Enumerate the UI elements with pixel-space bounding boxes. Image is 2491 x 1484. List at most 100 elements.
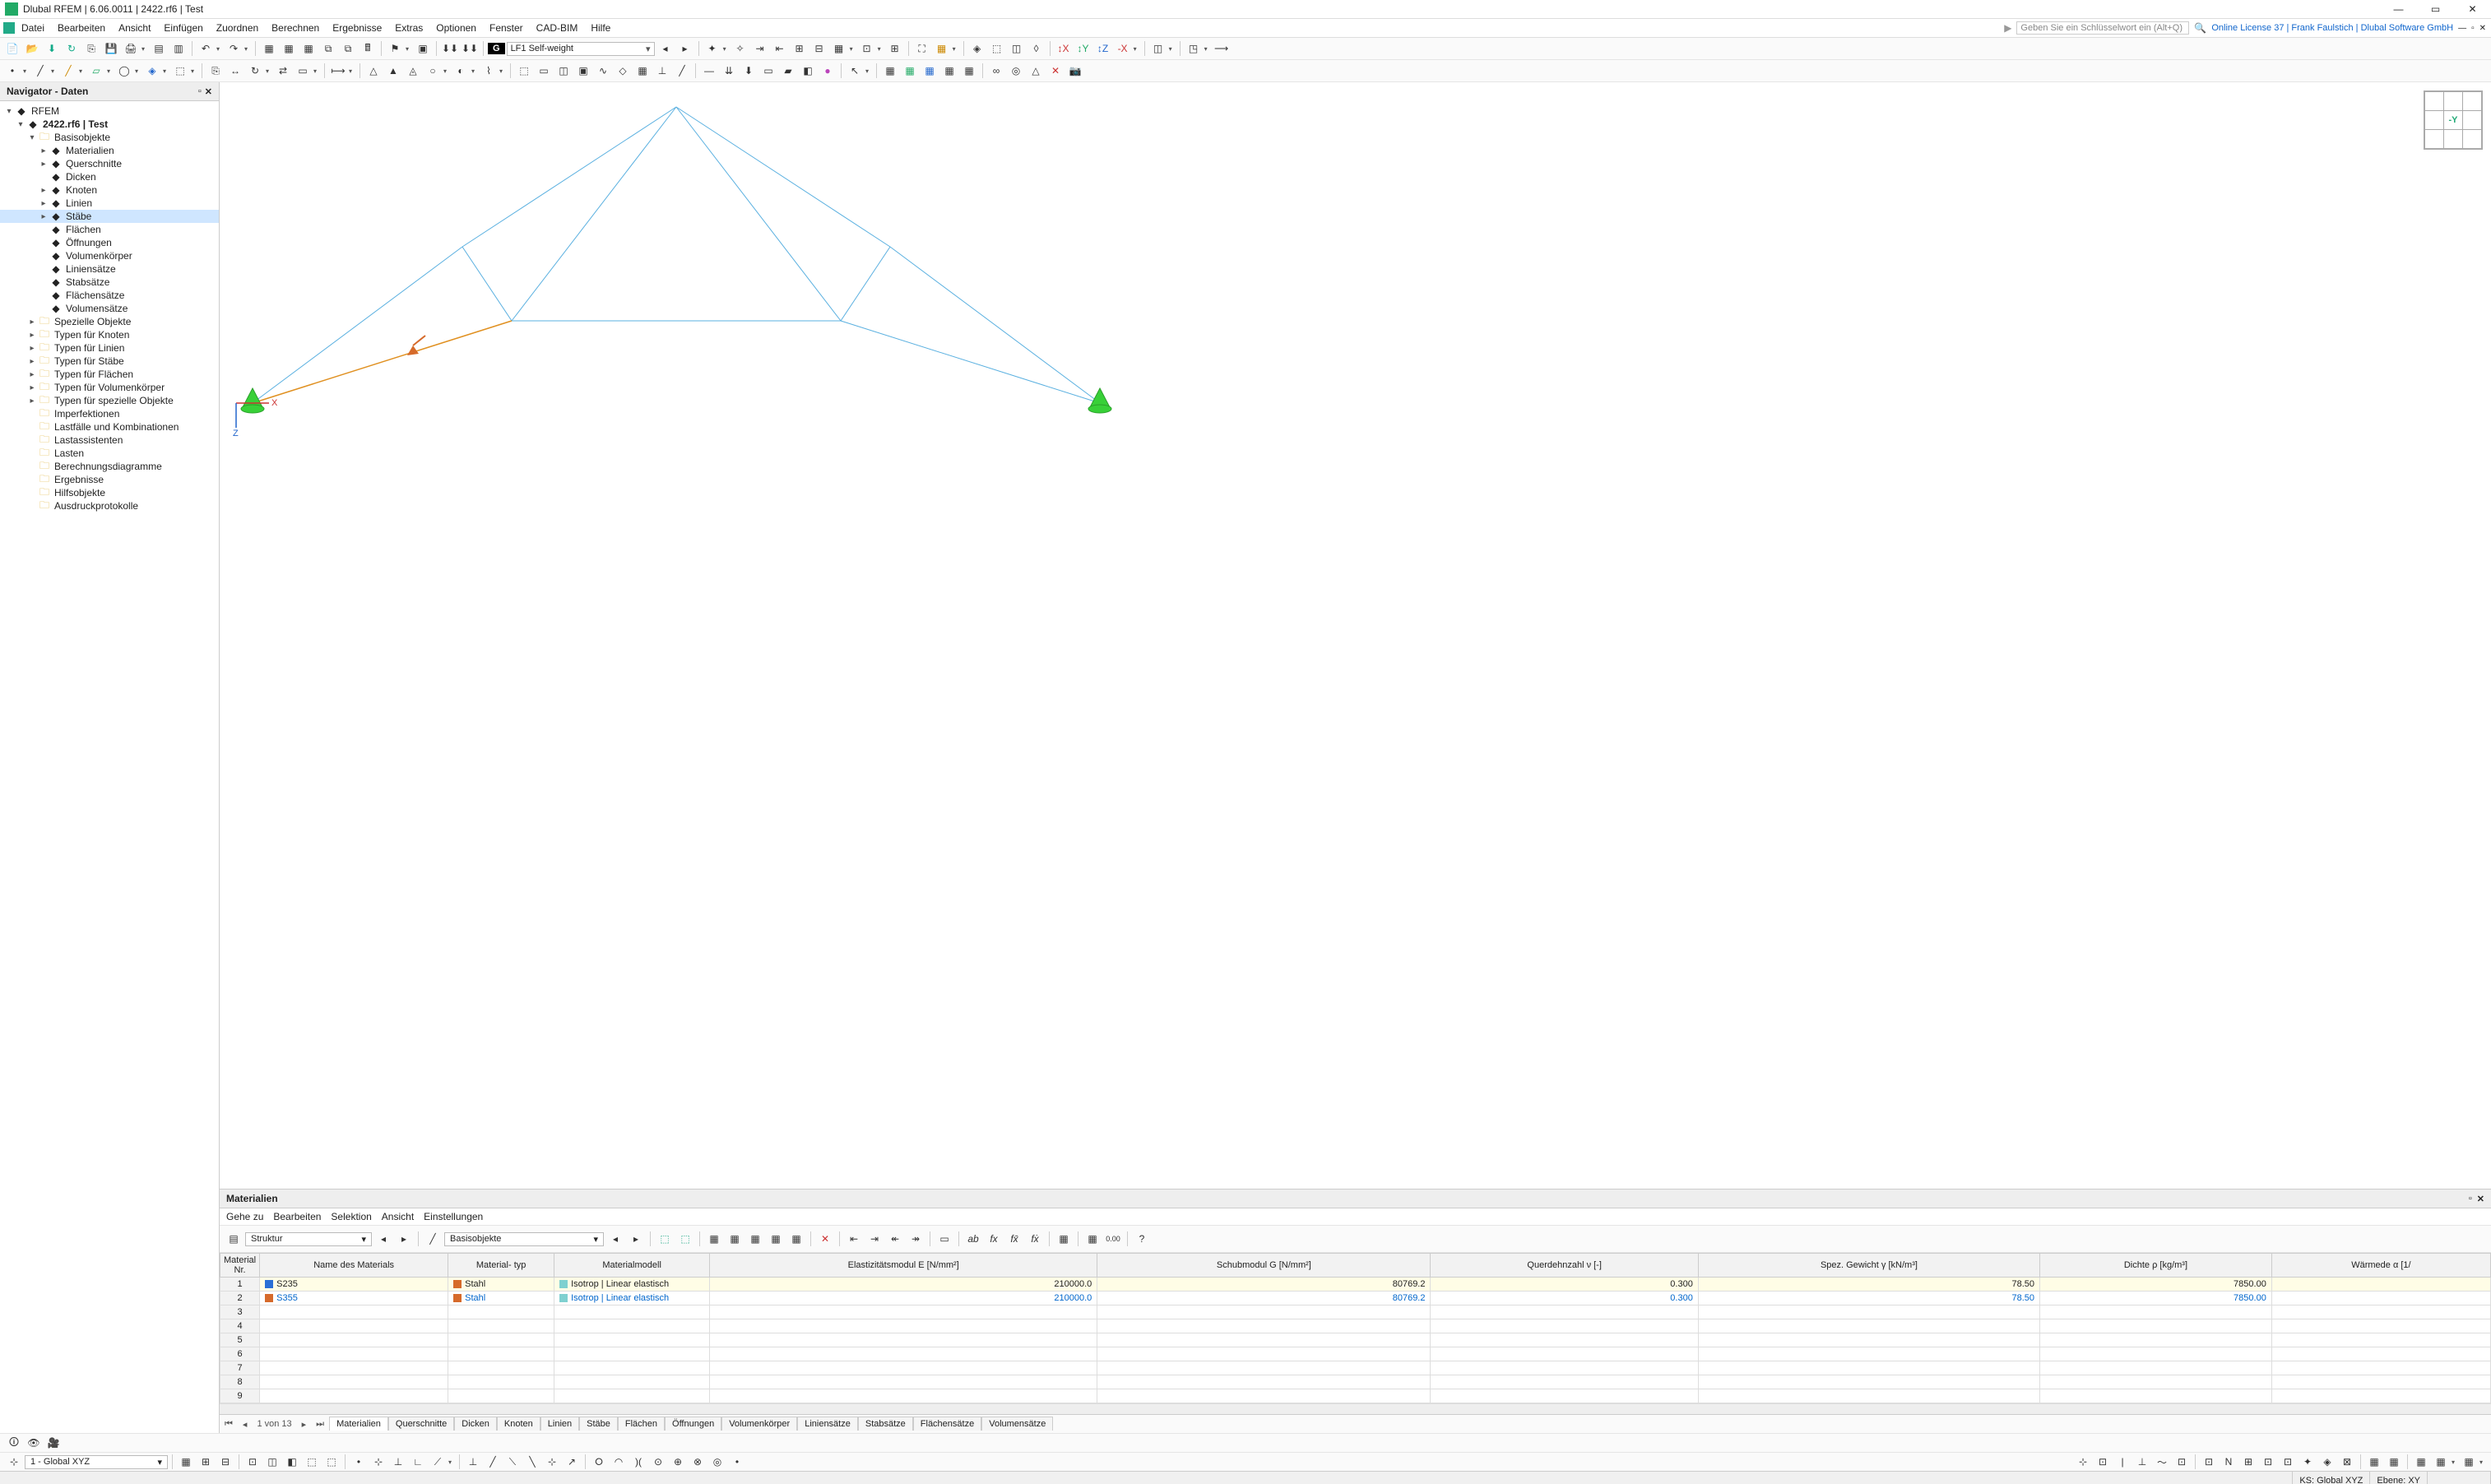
panel-close-icon[interactable]: ✕ [205, 86, 212, 97]
lt-sheet-icon[interactable]: ▦ [1055, 1230, 1073, 1248]
check2-icon[interactable]: ◎ [1007, 62, 1025, 80]
lt-fx-icon[interactable]: fx [985, 1230, 1003, 1248]
tool-i-icon[interactable]: ▦ [933, 39, 951, 58]
tree-item[interactable]: ▸🗀Typen für Linien [0, 341, 219, 355]
set-icon[interactable]: ⬚ [171, 62, 189, 80]
snap1-icon[interactable]: • [350, 1453, 368, 1471]
tree-root[interactable]: RFEM [31, 105, 59, 117]
node-icon[interactable]: • [3, 62, 21, 80]
snap5-icon[interactable]: ⟋ [429, 1453, 447, 1471]
bt7-icon[interactable]: ⬚ [303, 1453, 321, 1471]
tree-item[interactable]: ▸🗀Typen für Volumenkörper [0, 381, 219, 394]
table-row[interactable]: 7 [220, 1361, 2491, 1375]
lmenu-ansicht[interactable]: Ansicht [382, 1211, 414, 1222]
b-next-icon[interactable]: ▸ [627, 1230, 645, 1248]
bt1-icon[interactable]: ▦ [177, 1453, 195, 1471]
snap8-icon[interactable]: ╲ [523, 1453, 541, 1471]
view-cube[interactable]: -Y [2424, 90, 2483, 150]
loads1-icon[interactable]: ⬇⬇ [441, 39, 459, 58]
mdi-restore-button[interactable]: ▫ [2471, 24, 2475, 33]
rotate-tool-icon[interactable]: ↻ [246, 62, 264, 80]
tree-item-materialien[interactable]: ▸◆Materialien [0, 144, 219, 157]
tab-first-icon[interactable]: ⏮ [220, 1419, 238, 1430]
tree-item[interactable]: 🗀Lasten [0, 447, 219, 460]
pin-icon[interactable]: ▫ [198, 86, 202, 97]
snap12-icon[interactable]: ◠ [610, 1453, 628, 1471]
menu-hilfe[interactable]: Hilfe [584, 22, 617, 34]
bt3-icon[interactable]: ⊟ [216, 1453, 234, 1471]
tree-item-öffnungen[interactable]: ◆Öffnungen [0, 236, 219, 249]
tab-last-icon[interactable]: ⏭ [311, 1419, 329, 1430]
lt4-icon[interactable]: ▦ [726, 1230, 744, 1248]
loads2-icon[interactable]: ⬇⬇ [461, 39, 479, 58]
calc-icon[interactable]: 🖩 [359, 39, 377, 58]
dim-tool-icon[interactable]: ⟼ [329, 62, 347, 80]
tool-e-icon[interactable]: ⊞ [791, 39, 809, 58]
lt12-icon[interactable]: ▭ [935, 1230, 953, 1248]
bt-r7-icon[interactable]: ⊡ [2200, 1453, 2218, 1471]
bt-r15-icon[interactable]: ▦ [2365, 1453, 2383, 1471]
load-n5-icon[interactable]: ▰ [779, 62, 797, 80]
lt1-icon[interactable]: ⬚ [656, 1230, 674, 1248]
tree-item-stäbe[interactable]: ▸◆Stäbe [0, 210, 219, 223]
lt-help-icon[interactable]: ? [1133, 1230, 1151, 1248]
axis-z-icon[interactable]: ↕Z [1094, 39, 1112, 58]
snap2-icon[interactable]: ⊹ [369, 1453, 387, 1471]
line-icon[interactable]: ╱ [31, 62, 49, 80]
bt2-icon[interactable]: ⊞ [197, 1453, 215, 1471]
tab-knoten[interactable]: Knoten [497, 1417, 540, 1431]
save2-icon[interactable]: 💾 [102, 39, 120, 58]
tree-basisobjekte[interactable]: Basisobjekte [54, 132, 110, 143]
mesh1-icon[interactable]: ▦ [881, 62, 899, 80]
open-icon[interactable]: 📂 [23, 39, 41, 58]
bt-r13-icon[interactable]: ◈ [2318, 1453, 2336, 1471]
bt-r16-icon[interactable]: ▦ [2385, 1453, 2403, 1471]
axis-y-icon[interactable]: ↕Y [1074, 39, 1092, 58]
cursor-icon[interactable]: ↖ [846, 62, 864, 80]
info-icon[interactable]: 🛈 [5, 1434, 23, 1452]
menu-zuordnen[interactable]: Zuordnen [210, 22, 265, 34]
table1-icon[interactable]: ▦ [260, 39, 278, 58]
grid-icon[interactable]: ▦ [830, 39, 848, 58]
bt-r19-icon[interactable]: ▦ [2460, 1453, 2478, 1471]
load-n4-icon[interactable]: ▭ [759, 62, 777, 80]
load-n2-icon[interactable]: ⇊ [720, 62, 738, 80]
tool-m6-icon[interactable]: ▦ [633, 62, 652, 80]
snap18-icon[interactable]: • [728, 1453, 746, 1471]
tree-item[interactable]: 🗀Lastassistenten [0, 434, 219, 447]
hinge-icon[interactable]: ○ [424, 62, 442, 80]
window1-icon[interactable]: ⧉ [319, 39, 337, 58]
render3-icon[interactable]: ⟶ [1213, 39, 1231, 58]
tree-item-flächensätze[interactable]: ◆Flächensätze [0, 289, 219, 302]
tool-d-icon[interactable]: ⇤ [771, 39, 789, 58]
view-cube-icon[interactable]: ◫ [1008, 39, 1026, 58]
tree-item-knoten[interactable]: ▸◆Knoten [0, 183, 219, 197]
col-typ[interactable]: Material- typ [448, 1254, 554, 1278]
save-icon[interactable]: ⬇ [43, 39, 61, 58]
snap17-icon[interactable]: ◎ [708, 1453, 726, 1471]
tool-g-icon[interactable]: ⊡ [858, 39, 876, 58]
copy-icon[interactable]: ⎘ [82, 39, 100, 58]
tool-m7-icon[interactable]: ⊥ [653, 62, 671, 80]
support3-icon[interactable]: ◬ [404, 62, 422, 80]
tree-item[interactable]: 🗀Imperfektionen [0, 407, 219, 420]
opening-icon[interactable]: ◯ [115, 62, 133, 80]
menu-cad-bim[interactable]: CAD-BIM [530, 22, 585, 34]
mesh3-icon[interactable]: ▦ [921, 62, 939, 80]
bt-r12-icon[interactable]: ✦ [2298, 1453, 2317, 1471]
view-iso-icon[interactable]: ◈ [968, 39, 986, 58]
lt-num-icon[interactable]: 0.00 [1104, 1230, 1122, 1248]
mesh5-icon[interactable]: ▦ [960, 62, 978, 80]
menu-ergebnisse[interactable]: Ergebnisse [326, 22, 388, 34]
tab-materialien[interactable]: Materialien [329, 1417, 388, 1431]
bt-r6-icon[interactable]: ⊡ [2173, 1453, 2191, 1471]
lt2-icon[interactable]: ⬚ [676, 1230, 694, 1248]
bt-r17-icon[interactable]: ▦ [2412, 1453, 2430, 1471]
load-n3-icon[interactable]: ⬇ [740, 62, 758, 80]
member-icon[interactable]: ╱ [59, 62, 77, 80]
lt8-icon[interactable]: ⇤ [845, 1230, 863, 1248]
table-row[interactable]: 2S355StahlIsotrop | Linear elastisch2100… [220, 1292, 2491, 1305]
doc1-icon[interactable]: ▤ [150, 39, 168, 58]
window2-icon[interactable]: ⧉ [339, 39, 357, 58]
coord-system-select[interactable]: 1 - Global XYZ▾ [25, 1455, 168, 1469]
